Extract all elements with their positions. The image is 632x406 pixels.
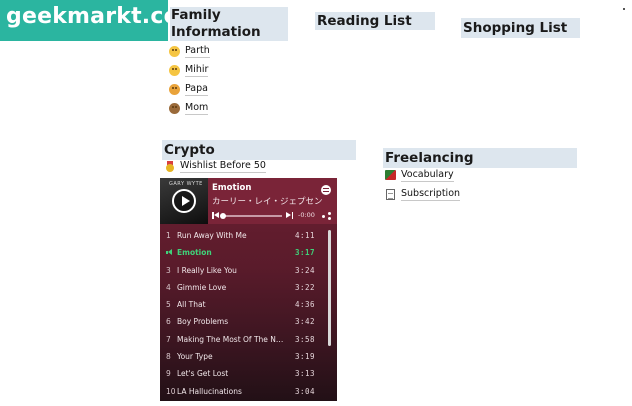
- track-row-active[interactable]: Emotion 3:17: [160, 245, 337, 262]
- track-number: 3: [166, 265, 171, 275]
- freelancing-item-label: Vocabulary: [401, 168, 454, 182]
- track-number: 10: [166, 386, 176, 396]
- track-name: LA Hallucinations: [177, 386, 242, 396]
- track-name: Your Type: [177, 352, 213, 362]
- track-list: 1 Run Away With Me 4:11 Emotion 3:17 3 I…: [160, 228, 337, 401]
- track-number: 1: [166, 231, 171, 240]
- track-row[interactable]: 5 All That 4:36: [160, 297, 337, 314]
- album-cover-text: GARY WYTE: [169, 181, 203, 187]
- shopping-list-heading[interactable]: Shopping List: [461, 18, 580, 38]
- track-name: Gimmie Love: [177, 282, 227, 292]
- track-duration: 3:58: [294, 334, 315, 344]
- freelancing-heading[interactable]: Freelancing: [383, 148, 577, 168]
- track-duration: 3:17: [294, 248, 315, 258]
- now-playing-title: Emotion: [212, 183, 252, 193]
- track-list-scrollbar[interactable]: [328, 230, 331, 346]
- remaining-time: -0:00: [298, 211, 315, 219]
- reading-list-heading[interactable]: Reading List: [315, 12, 435, 30]
- progress-bar[interactable]: [222, 215, 282, 217]
- track-number: 5: [166, 300, 171, 310]
- track-row[interactable]: 9 Let's Get Lost 3:13: [160, 366, 337, 383]
- previous-track-icon[interactable]: [212, 212, 219, 219]
- books-icon: [384, 169, 397, 182]
- track-name: All That: [177, 300, 206, 310]
- monkey-face-icon: [168, 102, 181, 115]
- track-number: 8: [166, 352, 171, 362]
- freelancing-item-vocabulary[interactable]: Vocabulary: [384, 168, 454, 182]
- medal-icon: [163, 160, 176, 173]
- document-icon: [384, 188, 397, 201]
- spotify-embed-player: GARY WYTE Emotion カーリー・レイ・ジェプセン -0:00 1 …: [160, 178, 337, 401]
- track-duration: 3:42: [294, 317, 315, 327]
- crypto-heading[interactable]: Crypto: [162, 140, 356, 160]
- track-name: I Really Like You: [177, 265, 237, 275]
- family-item-papa[interactable]: Papa: [168, 82, 208, 96]
- family-item-parth[interactable]: Parth: [168, 44, 210, 58]
- track-number: 7: [166, 334, 171, 344]
- family-item-label: Parth: [185, 44, 210, 58]
- freelancing-item-subscription[interactable]: Subscription: [384, 187, 461, 201]
- track-row[interactable]: 10 LA Hallucinations 3:04: [160, 384, 337, 401]
- family-item-mihir[interactable]: Mihir: [168, 63, 209, 77]
- track-duration: 4:11: [294, 231, 315, 240]
- track-duration: 3:22: [294, 282, 315, 292]
- track-row[interactable]: 8 Your Type 3:19: [160, 349, 337, 366]
- track-duration: 4:36: [294, 300, 315, 310]
- watermark-logo: geekmarkt.com: [0, 0, 202, 41]
- freelancing-item-label: Subscription: [401, 187, 461, 201]
- share-icon[interactable]: [322, 212, 331, 220]
- track-row[interactable]: 4 Gimmie Love 3:22: [160, 280, 337, 297]
- track-number: 9: [166, 369, 171, 379]
- family-item-label: Mom: [185, 101, 209, 115]
- track-row[interactable]: 7 Making The Most Of The Ni... 3:58: [160, 332, 337, 349]
- track-name: Let's Get Lost: [177, 369, 229, 379]
- progress-knob[interactable]: [220, 213, 226, 219]
- play-button[interactable]: [172, 189, 196, 213]
- track-duration: 3:19: [294, 352, 315, 362]
- family-item-label: Papa: [185, 82, 208, 96]
- grinning-face-icon: [168, 45, 181, 58]
- crypto-item-label: Wishlist Before 50: [180, 159, 266, 173]
- track-duration: 3:04: [294, 386, 315, 396]
- crypto-item-wishlist[interactable]: Wishlist Before 50: [163, 159, 266, 173]
- next-track-icon[interactable]: [286, 212, 293, 219]
- track-name: Making The Most Of The Ni...: [177, 334, 285, 344]
- track-row[interactable]: 3 I Really Like You 3:24: [160, 263, 337, 280]
- speaker-icon: [166, 249, 174, 256]
- track-row[interactable]: 6 Boy Problems 3:42: [160, 314, 337, 331]
- track-row[interactable]: 1 Run Away With Me 4:11: [160, 228, 337, 245]
- family-item-label: Mihir: [185, 63, 209, 77]
- corner-dot: [623, 8, 625, 10]
- track-number: 4: [166, 282, 171, 292]
- partying-face-icon: [168, 64, 181, 77]
- track-duration: 3:24: [294, 265, 315, 275]
- cat-face-icon: [168, 83, 181, 96]
- spotify-logo-icon[interactable]: [321, 185, 331, 195]
- track-name: Boy Problems: [177, 317, 229, 327]
- now-playing-artist[interactable]: カーリー・レイ・ジェプセン: [212, 195, 323, 207]
- family-item-mom[interactable]: Mom: [168, 101, 209, 115]
- family-information-heading[interactable]: Family Information: [170, 7, 288, 41]
- track-duration: 3:13: [294, 369, 315, 379]
- track-name: Run Away With Me: [177, 231, 247, 240]
- track-number: 6: [166, 317, 171, 327]
- track-name: Emotion: [177, 248, 212, 258]
